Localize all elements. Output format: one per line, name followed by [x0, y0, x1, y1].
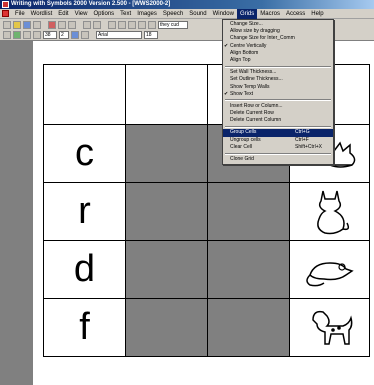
font-size-field[interactable]: 18: [144, 31, 158, 39]
menu-separator: [225, 152, 331, 155]
menu-speech[interactable]: Speech: [160, 9, 186, 19]
grid-cell[interactable]: [43, 64, 126, 125]
grid-cell-letter[interactable]: r: [43, 182, 126, 241]
style-field[interactable]: they cud: [158, 20, 188, 29]
font-name-field[interactable]: Arial: [96, 31, 142, 39]
menu-item-show-text[interactable]: ✔ Show Text: [223, 91, 333, 98]
grid-cell-selected[interactable]: [207, 240, 290, 299]
new-document-icon[interactable]: [3, 20, 11, 29]
menu-item-align-top[interactable]: Align Top: [223, 57, 333, 64]
grid-cell-selected[interactable]: [125, 124, 208, 183]
grid-cell-selected[interactable]: [207, 182, 290, 241]
grid-cell-selected[interactable]: [125, 240, 208, 299]
menu-text[interactable]: Text: [117, 9, 134, 19]
grids-menu-dropdown: Change Size... Allow size by dragging Ch…: [222, 19, 334, 166]
menu-item-show-temp-walls[interactable]: Show Temp Walls: [223, 84, 333, 91]
menu-item-ungroup-cells[interactable]: Ungroup cells Ctrl+F: [223, 137, 333, 144]
menu-grids[interactable]: Grids: [236, 8, 258, 19]
align-center-icon[interactable]: [118, 20, 126, 29]
menu-view[interactable]: View: [72, 9, 91, 19]
rat-icon: [305, 261, 354, 286]
menu-item-insert-row-column[interactable]: Insert Row or Column...: [223, 103, 333, 110]
menu-item-change-size[interactable]: Change Size...: [223, 21, 333, 28]
menu-file[interactable]: File: [12, 9, 28, 19]
menu-item-set-wall-thickness[interactable]: Set Wall Thickness...: [223, 69, 333, 76]
speak-icon[interactable]: [3, 31, 11, 39]
menu-item-set-outline-thickness[interactable]: Set Outline Thickness...: [223, 76, 333, 83]
print-icon[interactable]: [33, 20, 41, 29]
grid-cell-selected[interactable]: [125, 182, 208, 241]
grid-cell-selected[interactable]: [125, 298, 208, 357]
grid-cell-letter[interactable]: d: [43, 240, 126, 299]
app-icon: [2, 1, 9, 8]
save-icon[interactable]: [23, 20, 31, 29]
menu-item-centre-vertically[interactable]: ✔ Centre Vertically: [223, 43, 333, 50]
size-field-a[interactable]: 38: [43, 31, 57, 39]
menu-item-delete-column[interactable]: Delete Current Column: [223, 117, 333, 124]
checkmark-icon: ✔: [224, 42, 229, 49]
align-left-icon[interactable]: [108, 20, 116, 29]
text-mode-icon[interactable]: [33, 31, 41, 39]
grid-cell-selected[interactable]: [207, 298, 290, 357]
menu-sound[interactable]: Sound: [186, 9, 209, 19]
grid-icon[interactable]: [138, 20, 146, 29]
menu-item-group-cells[interactable]: Group Cells Ctrl+G: [223, 129, 333, 137]
document-icon[interactable]: [2, 10, 9, 17]
menu-window[interactable]: Window: [210, 9, 237, 19]
background-colour-icon[interactable]: [81, 31, 89, 39]
checkmark-icon: ✔: [224, 90, 229, 97]
size-field-b[interactable]: 2: [59, 31, 69, 39]
grid-cell-picture[interactable]: [289, 298, 370, 357]
pictures-off-icon[interactable]: [93, 20, 101, 29]
menu-item-allow-size-dragging[interactable]: Allow size by dragging: [223, 28, 333, 35]
grid-cell-picture[interactable]: [289, 240, 370, 299]
menubar: File Wordlist Edit View Options Text Ima…: [0, 8, 374, 19]
cat-sitting-icon: [316, 190, 349, 234]
menu-separator: [225, 99, 331, 102]
menu-macros[interactable]: Macros: [257, 9, 283, 19]
menu-edit[interactable]: Edit: [55, 9, 71, 19]
colour-icon[interactable]: [71, 31, 79, 39]
menu-item-align-bottom[interactable]: Align Bottom: [223, 50, 333, 57]
menu-item-delete-row[interactable]: Delete Current Row: [223, 110, 333, 117]
pictures-on-icon[interactable]: [83, 20, 91, 29]
dog-icon: [311, 310, 352, 345]
open-folder-icon[interactable]: [13, 20, 21, 29]
menu-wordlist[interactable]: Wordlist: [28, 9, 56, 19]
menu-help[interactable]: Help: [308, 9, 326, 19]
document-margin: [0, 41, 33, 385]
align-right-icon[interactable]: [128, 20, 136, 29]
wordlist-icon[interactable]: [23, 31, 31, 39]
grid-cell-letter[interactable]: c: [43, 124, 126, 183]
menu-separator: [225, 65, 331, 68]
menu-options[interactable]: Options: [90, 9, 117, 19]
menu-item-change-size-intercomm[interactable]: Change Size for Inter_Comm: [223, 35, 333, 42]
table-icon[interactable]: [148, 20, 156, 29]
copy-icon[interactable]: [58, 20, 66, 29]
grid-cell-letter[interactable]: f: [43, 298, 126, 357]
cut-icon[interactable]: [48, 20, 56, 29]
menu-access[interactable]: Access: [283, 9, 308, 19]
paste-icon[interactable]: [68, 20, 76, 29]
grid-cell[interactable]: [125, 64, 208, 125]
grid-cell-picture[interactable]: [289, 182, 370, 241]
menu-separator: [225, 125, 331, 128]
menu-item-clone-grid[interactable]: Clone Grid: [223, 156, 333, 163]
window-title: Writing with Symbols 2000 Version 2.500 …: [11, 1, 171, 7]
menu-images[interactable]: Images: [134, 9, 160, 19]
symbol-icon[interactable]: [13, 31, 21, 39]
menu-item-clear-cell[interactable]: Clear Cell Shift+Ctrl+X: [223, 144, 333, 151]
